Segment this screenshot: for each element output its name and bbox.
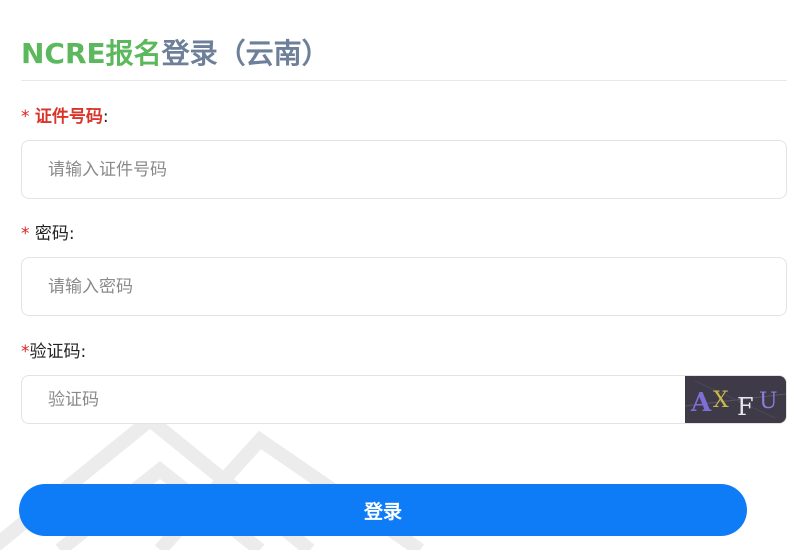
password-label-text: 密码 (34, 224, 69, 244)
required-mark: * (21, 107, 30, 127)
id-number-label: * 证件号码: (21, 106, 109, 128)
required-mark: * (21, 224, 30, 244)
title-divider (21, 80, 787, 81)
captcha-char: X (713, 388, 729, 413)
label-colon: : (68, 224, 75, 244)
page-title: NCRE报名登录（云南） (21, 34, 330, 74)
label-colon: : (80, 342, 87, 362)
label-colon: : (102, 107, 109, 127)
captcha-char: F (737, 393, 754, 421)
captcha-input[interactable] (22, 376, 682, 423)
login-button[interactable]: 登录 (19, 484, 747, 536)
captcha-char: A (690, 388, 712, 418)
id-number-input[interactable] (21, 140, 787, 199)
captcha-image[interactable]: A X F U (685, 376, 786, 423)
captcha-char: U (759, 389, 778, 414)
password-input[interactable] (21, 257, 787, 316)
id-number-label-text: 证件号码 (34, 107, 103, 127)
title-brand: NCRE报名 (21, 37, 162, 70)
captcha-label: *验证码: (21, 341, 86, 363)
captcha-label-text: 验证码 (29, 342, 81, 362)
title-suffix: 登录（云南） (161, 37, 330, 70)
required-mark: * (21, 342, 30, 362)
password-label: * 密码: (21, 223, 75, 245)
captcha-field: A X F U (21, 375, 787, 424)
